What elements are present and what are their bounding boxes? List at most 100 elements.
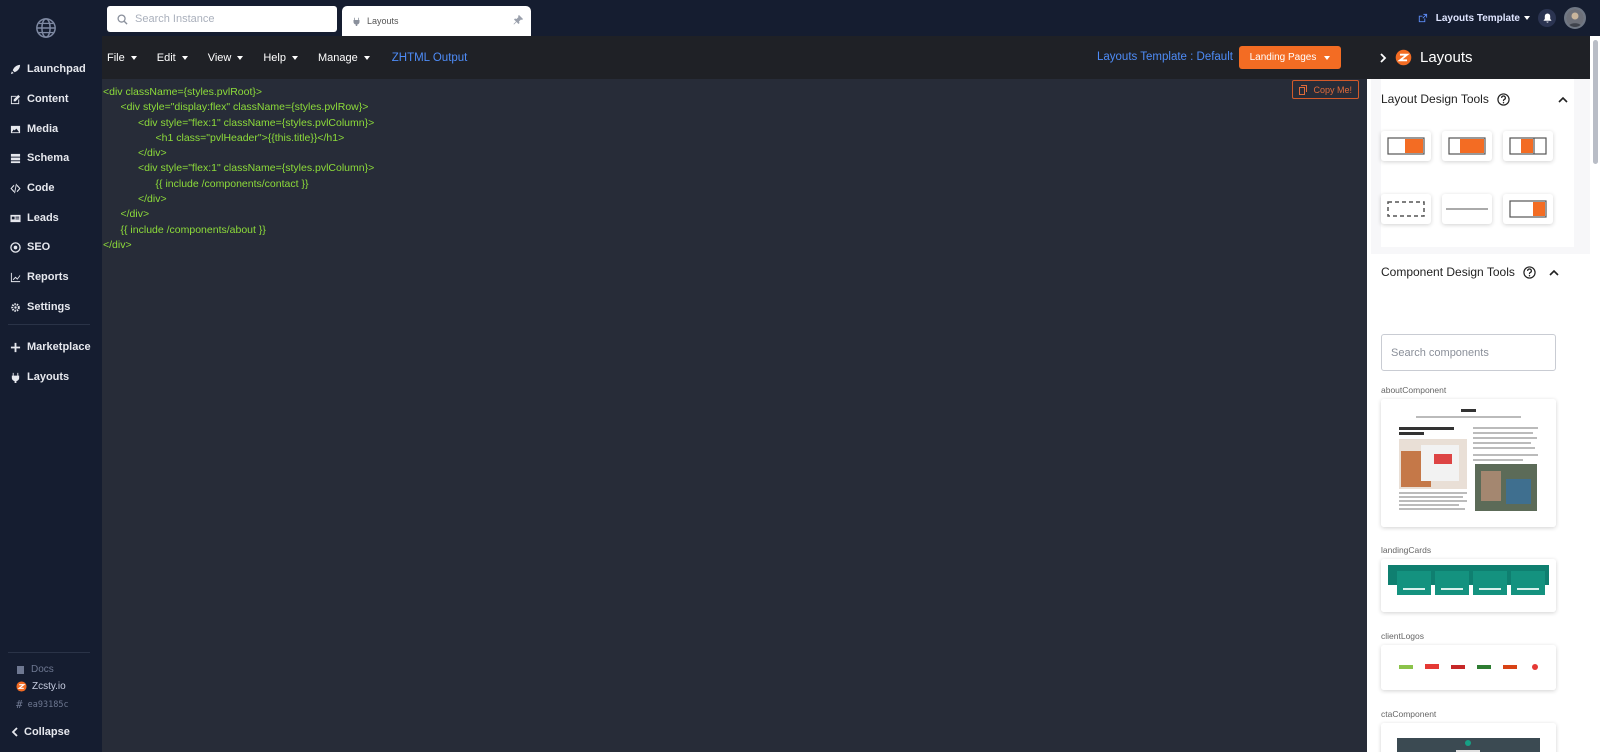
component-card-cta[interactable] [1381,723,1556,752]
code-line: </div> [103,238,132,251]
code-editor[interactable]: <div className={styles.pvlRoot}> <div st… [102,79,1367,752]
menu-label: View [207,51,232,64]
collapse-button[interactable]: Collapse [11,726,70,738]
layout-tools-section: Layout Design Tools [1381,79,1574,247]
layout-sidebar-right[interactable] [1503,194,1553,224]
sidebar-item-label: Leads [27,212,59,224]
menu-manage[interactable]: Manage [318,52,370,64]
code-line: {{ include /components/about }} [103,223,266,236]
layout-divider[interactable] [1442,194,1492,224]
search-input[interactable] [135,13,325,25]
code-line: <div style="display:flex" className={sty… [103,101,369,114]
hash-label: ea93185c [27,699,69,710]
docs-link[interactable]: Docs [16,664,54,675]
brand-label: Zcsty.io [32,681,66,692]
menu-edit[interactable]: Edit [157,52,188,64]
sidebar-item-label: Settings [27,301,71,313]
menu-file[interactable]: File [107,52,137,64]
tab-label: Layouts [367,16,399,26]
sidebar-item-settings[interactable]: Settings [10,297,70,317]
code-line: </div> [103,147,167,160]
help-icon[interactable] [1523,265,1536,279]
chevron-up-icon[interactable] [1558,96,1568,103]
editor-window: File Edit View Help Manage ZHTML Output … [102,36,1590,752]
sidebar-item-label: Content [27,93,69,105]
component-card-about[interactable] [1381,399,1556,527]
pin-icon[interactable] [513,15,523,25]
layout-three-column[interactable] [1503,131,1553,161]
sidebar-item-label: SEO [27,241,51,253]
copy-label: Copy Me! [1313,84,1352,95]
layout-two-column-right[interactable] [1381,131,1431,161]
menu-view[interactable]: View [208,52,244,64]
sidebar-item-seo[interactable]: SEO [10,237,50,257]
scrollbar-thumb[interactable] [1593,40,1598,164]
chevron-down-icon [181,55,188,60]
zhtml-output-link[interactable]: ZHTML Output [392,52,468,64]
chevron-down-icon [363,55,370,60]
code-line: {{ include /components/contact }} [103,177,309,190]
sidebar-item-leads[interactable]: Leads [10,208,59,228]
code-icon [10,183,21,193]
notification-button[interactable] [1538,9,1556,27]
collapse-label: Collapse [24,726,70,738]
help-icon[interactable] [1497,92,1510,106]
sidebar-item-content[interactable]: Content [10,89,69,109]
edit-icon [10,94,21,104]
chevron-left-icon [11,727,18,737]
sidebar-item-label: Code [27,182,55,194]
sidebar-item-label: Reports [27,271,69,283]
sidebar-divider [8,652,90,653]
landing-pages-button[interactable]: Landing Pages [1239,46,1341,69]
user-avatar-icon [1566,9,1584,27]
layout-tools-header[interactable]: Layout Design Tools [1381,89,1574,109]
client-logos-preview [1381,645,1556,690]
code-line: <div style="flex:1" className={styles.pv… [103,162,375,175]
layout-wide-right[interactable] [1442,131,1492,161]
chevron-down-icon [237,55,244,60]
component-tools-header[interactable]: Component Design Tools [1381,262,1565,282]
instance-search[interactable] [107,6,337,32]
sidebar-item-reports[interactable]: Reports [10,267,69,287]
external-link-icon[interactable] [1417,13,1428,24]
template-dropdown[interactable]: Layouts Template [1436,13,1530,24]
sidebar-item-label: Launchpad [27,63,86,75]
menu-label: File [107,51,125,64]
zcsty-logo-icon [1395,49,1412,66]
sidebar-item-media[interactable]: Media [10,119,58,139]
component-card-client-logos[interactable] [1381,645,1556,690]
id-card-icon [10,214,21,222]
component-label: clientLogos [1381,631,1425,641]
sidebar-item-layouts[interactable]: Layouts [10,367,69,387]
sidebar-item-label: Media [27,123,59,135]
brand-link[interactable]: Zcsty.io [16,681,66,692]
chevron-up-icon[interactable] [1549,269,1559,276]
database-icon [10,153,21,163]
component-card-landing-cards[interactable] [1381,559,1556,612]
avatar[interactable] [1564,7,1586,29]
plug-icon [353,17,360,26]
template-info[interactable]: Layouts Template : Default [1097,51,1233,63]
layout-icon [1509,137,1547,155]
layout-placeholder[interactable] [1381,194,1431,224]
code-line: </div> [103,193,167,206]
landing-pages-label: Landing Pages [1249,52,1317,63]
panel-scrollbar[interactable] [1590,36,1600,752]
menu-help[interactable]: Help [263,52,298,64]
cta-component-preview [1381,723,1556,752]
tab-layouts[interactable]: Layouts [342,6,531,36]
copy-button[interactable]: Copy Me! [1292,80,1359,99]
component-label: landingCards [1381,545,1432,555]
landing-cards-preview [1381,559,1556,612]
sidebar-item-code[interactable]: Code [10,178,55,198]
chevron-right-icon[interactable] [1379,52,1387,63]
sidebar-divider [8,324,90,325]
top-right-controls: Layouts Template [1417,7,1586,29]
sidebar-item-schema[interactable]: Schema [10,148,69,168]
chevron-down-icon [1324,55,1331,60]
sidebar-item-marketplace[interactable]: Marketplace [10,337,91,357]
gear-icon [11,302,20,312]
globe-icon[interactable] [35,17,57,39]
component-search-input[interactable] [1381,334,1556,371]
sidebar-item-launchpad[interactable]: Launchpad [10,59,86,79]
